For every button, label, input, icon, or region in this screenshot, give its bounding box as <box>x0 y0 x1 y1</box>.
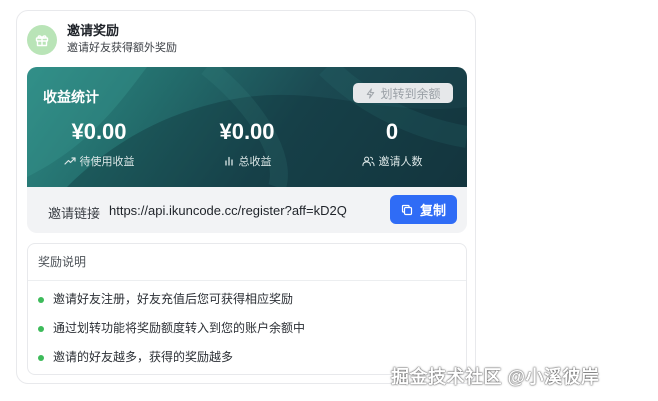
stat-value: ¥0.00 <box>71 119 127 144</box>
stat-label: 邀请人数 <box>378 156 423 168</box>
stat-invite-count: 0 邀请人数 <box>322 119 462 169</box>
trend-up-icon <box>63 157 76 165</box>
users-icon <box>361 156 375 167</box>
invite-link-row: 邀请链接 https://api.ikuncode.cc/register?af… <box>27 187 467 233</box>
stats-title: 收益统计 <box>43 89 99 105</box>
stat-label: 总收益 <box>238 156 272 168</box>
rule-text: 邀请好友注册，好友充值后您可获得相应奖励 <box>53 292 294 306</box>
card-subtitle: 邀请好友获得额外奖励 <box>67 42 177 54</box>
stat-value: 0 <box>385 119 399 144</box>
card-title: 邀请奖励 <box>67 23 120 38</box>
copy-button-label: 复制 <box>419 203 446 218</box>
invite-reward-card: 邀请奖励 邀请好友获得额外奖励 收益统计 划转到余额 ¥0.00 待使用收益 ¥… <box>16 10 476 384</box>
reward-rules-panel: 奖励说明 邀请好友注册，好友充值后您可获得相应奖励 通过划转功能将奖励额度转入到… <box>27 243 467 375</box>
bullet-dot-icon <box>38 325 44 332</box>
bullet-dot-icon <box>38 296 44 303</box>
transfer-button-label: 划转到余额 <box>380 86 441 101</box>
lightning-icon <box>367 87 375 99</box>
gift-icon <box>27 24 57 55</box>
stat-total-earnings: ¥0.00 总收益 <box>177 119 317 169</box>
stat-value: ¥0.00 <box>219 119 275 144</box>
rule-text: 通过划转功能将奖励额度转入到您的账户余额中 <box>53 321 306 335</box>
list-item: 通过划转功能将奖励额度转入到您的账户余额中 <box>38 314 466 343</box>
copy-icon <box>401 204 413 215</box>
invite-link-label: 邀请链接 <box>48 206 101 221</box>
rules-title: 奖励说明 <box>28 244 466 281</box>
stat-label: 待使用收益 <box>79 156 135 168</box>
list-item: 邀请好友注册，好友充值后您可获得相应奖励 <box>38 285 466 314</box>
transfer-to-balance-button[interactable]: 划转到余额 <box>353 83 453 103</box>
watermark: 掘金技术社区 @小溪彼岸 <box>391 367 600 387</box>
rules-list: 邀请好友注册，好友充值后您可获得相应奖励 通过划转功能将奖励额度转入到您的账户余… <box>28 285 466 372</box>
card-header: 邀请奖励 邀请好友获得额外奖励 <box>27 23 177 56</box>
stat-pending-earnings: ¥0.00 待使用收益 <box>29 119 169 169</box>
earnings-stats-panel: 收益统计 划转到余额 ¥0.00 待使用收益 ¥0.00 总收益 0 邀请人数 <box>27 67 467 187</box>
copy-button[interactable]: 复制 <box>390 195 457 224</box>
rule-text: 邀请的好友越多，获得的奖励越多 <box>53 350 234 364</box>
bar-chart-icon <box>224 156 233 166</box>
bullet-dot-icon <box>38 354 44 361</box>
invite-link-url[interactable]: https://api.ikuncode.cc/register?aff=kD2… <box>109 203 347 218</box>
